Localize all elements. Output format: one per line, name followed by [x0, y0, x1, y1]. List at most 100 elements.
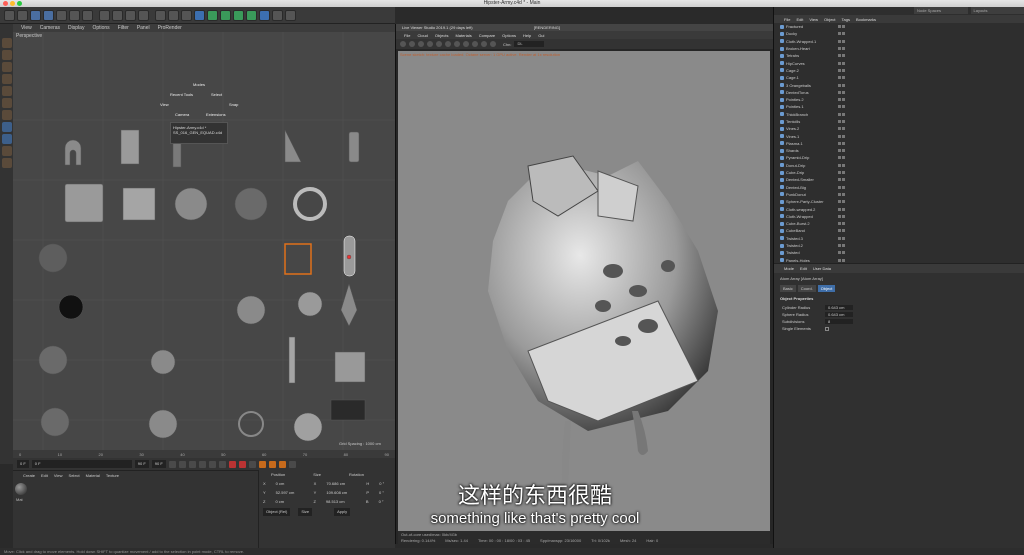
material-menu-view[interactable]: View — [54, 473, 63, 478]
zoom-window-button[interactable] — [17, 1, 22, 6]
context-recent-tools[interactable]: Recent Tools — [170, 92, 193, 97]
next-key-icon[interactable] — [208, 460, 216, 468]
object-list-item[interactable]: Pyramid-Drip — [776, 154, 854, 161]
visibility-dots-icon[interactable] — [838, 236, 848, 240]
material-swatch[interactable] — [15, 483, 27, 495]
material-menu-create[interactable]: Create — [23, 473, 35, 478]
object-list-item[interactable]: Pointies.2 — [776, 96, 854, 103]
channel-select[interactable]: DL — [514, 41, 545, 47]
visibility-dots-icon[interactable] — [838, 163, 848, 167]
lock-resolution-icon[interactable] — [472, 41, 478, 47]
visibility-dots-icon[interactable] — [838, 141, 848, 145]
sphere-radius-field[interactable]: 0.643 cm — [825, 312, 853, 317]
visibility-dots-icon[interactable] — [838, 76, 848, 80]
polygons-mode-icon[interactable] — [1, 110, 12, 120]
object-list-item[interactable]: CubeBand — [776, 227, 854, 234]
visibility-dots-icon[interactable] — [838, 127, 848, 131]
lv-menu-objects[interactable]: Objects — [435, 33, 449, 38]
object-list-item[interactable]: Shards — [776, 147, 854, 154]
timeline-ruler[interactable]: 0 10 20 30 40 50 60 70 80 90 — [13, 450, 395, 458]
snap-icon[interactable] — [1, 146, 12, 156]
stop-render-icon[interactable] — [427, 41, 433, 47]
visibility-dots-icon[interactable] — [838, 105, 848, 109]
visibility-dots-icon[interactable] — [838, 156, 848, 160]
om-menu-edit[interactable]: Edit — [796, 17, 803, 22]
axis-mode-icon[interactable] — [1, 74, 12, 84]
object-list-item[interactable]: Pointies.1 — [776, 103, 854, 110]
attr-menu-edit[interactable]: Edit — [800, 266, 807, 271]
start-frame-field[interactable]: 0 F — [17, 460, 29, 468]
visibility-dots-icon[interactable] — [838, 207, 848, 211]
preview-end-field[interactable]: 90 F — [151, 460, 166, 468]
context-select[interactable]: Select — [211, 92, 222, 97]
visibility-dots-icon[interactable] — [838, 229, 848, 233]
pause-render-icon[interactable] — [418, 41, 424, 47]
tab-coord[interactable]: Coord. — [797, 285, 816, 292]
scale-key-icon[interactable] — [268, 460, 276, 468]
region-render-icon[interactable] — [445, 41, 451, 47]
visibility-dots-icon[interactable] — [838, 214, 848, 218]
goto-start-icon[interactable] — [168, 460, 176, 468]
texture-mode-icon[interactable] — [1, 62, 12, 72]
coords-mode-select[interactable]: Object (Rel) — [263, 508, 291, 516]
tab-basic[interactable]: Basic — [780, 285, 796, 292]
om-menu-file[interactable]: File — [784, 17, 790, 22]
visibility-dots-icon[interactable] — [838, 244, 848, 248]
play-back-icon[interactable] — [188, 460, 196, 468]
tweak-mode-icon[interactable] — [1, 134, 12, 144]
object-list-item[interactable]: Tetrahs — [776, 52, 854, 59]
object-list-item[interactable]: Broken-Heart — [776, 45, 854, 52]
z-axis-lock-icon[interactable] — [125, 9, 136, 21]
object-list-item[interactable]: Dented-Big — [776, 184, 854, 191]
cylinder-radius-field[interactable]: 0.643 cm — [825, 305, 853, 310]
lv-menu-file[interactable]: File — [404, 33, 410, 38]
floor-icon[interactable] — [259, 9, 270, 21]
visibility-dots-icon[interactable] — [838, 222, 848, 226]
restart-render-icon[interactable] — [409, 41, 415, 47]
visibility-dots-icon[interactable] — [838, 47, 848, 51]
lv-menu-cloud[interactable]: Cloud — [417, 33, 427, 38]
visibility-dots-icon[interactable] — [838, 39, 848, 43]
undo-icon[interactable] — [4, 9, 15, 21]
goto-end-icon[interactable] — [218, 460, 226, 468]
context-camera[interactable]: Camera — [175, 112, 189, 117]
keyframe-selection-icon[interactable] — [248, 460, 256, 468]
position-y-field[interactable]: 52.597 cm — [276, 490, 304, 495]
object-list-item[interactable]: Twisted.2 — [776, 242, 854, 249]
size-z-field[interactable]: 98.513 cm — [326, 499, 356, 504]
param-key-icon[interactable] — [288, 460, 296, 468]
size-x-field[interactable]: 70.686 cm — [326, 481, 356, 486]
render-picture-viewer-icon[interactable] — [168, 9, 179, 21]
rotation-h-field[interactable]: 0 ° — [379, 481, 384, 486]
visibility-dots-icon[interactable] — [838, 68, 848, 72]
object-list-item[interactable]: Fractured — [776, 23, 854, 30]
render-settings-icon[interactable] — [181, 9, 192, 21]
visibility-dots-icon[interactable] — [838, 32, 848, 36]
end-frame-field[interactable]: 90 F — [134, 460, 149, 468]
layouts-select[interactable]: Layouts — [970, 7, 1024, 14]
lv-menu-materials[interactable]: Materials — [455, 33, 471, 38]
y-axis-lock-icon[interactable] — [112, 9, 123, 21]
model-mode-icon[interactable] — [1, 50, 12, 60]
subsampling-icon[interactable] — [490, 41, 496, 47]
visibility-dots-icon[interactable] — [838, 61, 848, 65]
viewport-menu-filter[interactable]: Filter — [118, 25, 129, 31]
object-list-item[interactable]: Cage.1 — [776, 74, 854, 81]
context-extensions[interactable]: Extensions — [206, 112, 226, 117]
material-menu-edit[interactable]: Edit — [41, 473, 48, 478]
om-menu-object[interactable]: Object — [824, 17, 836, 22]
object-list-item[interactable]: Cube-Drip — [776, 169, 854, 176]
x-axis-lock-icon[interactable] — [99, 9, 110, 21]
object-list-item[interactable]: Twisted.3 — [776, 235, 854, 242]
spline-pen-icon[interactable] — [207, 9, 218, 21]
make-editable-icon[interactable] — [1, 38, 12, 48]
recent-file-item[interactable]: SS_016_GEN_EQUAD.c4d — [173, 130, 225, 135]
current-frame-field[interactable]: 0 F — [31, 460, 132, 468]
visibility-dots-icon[interactable] — [838, 54, 848, 58]
object-list-item[interactable]: ThickBranch — [776, 111, 854, 118]
visibility-dots-icon[interactable] — [838, 185, 848, 189]
tab-object[interactable]: Object — [817, 285, 836, 292]
workplane-icon[interactable] — [1, 158, 12, 168]
coords-size-select[interactable]: Size — [298, 508, 313, 516]
coordinate-system-icon[interactable] — [138, 9, 149, 21]
